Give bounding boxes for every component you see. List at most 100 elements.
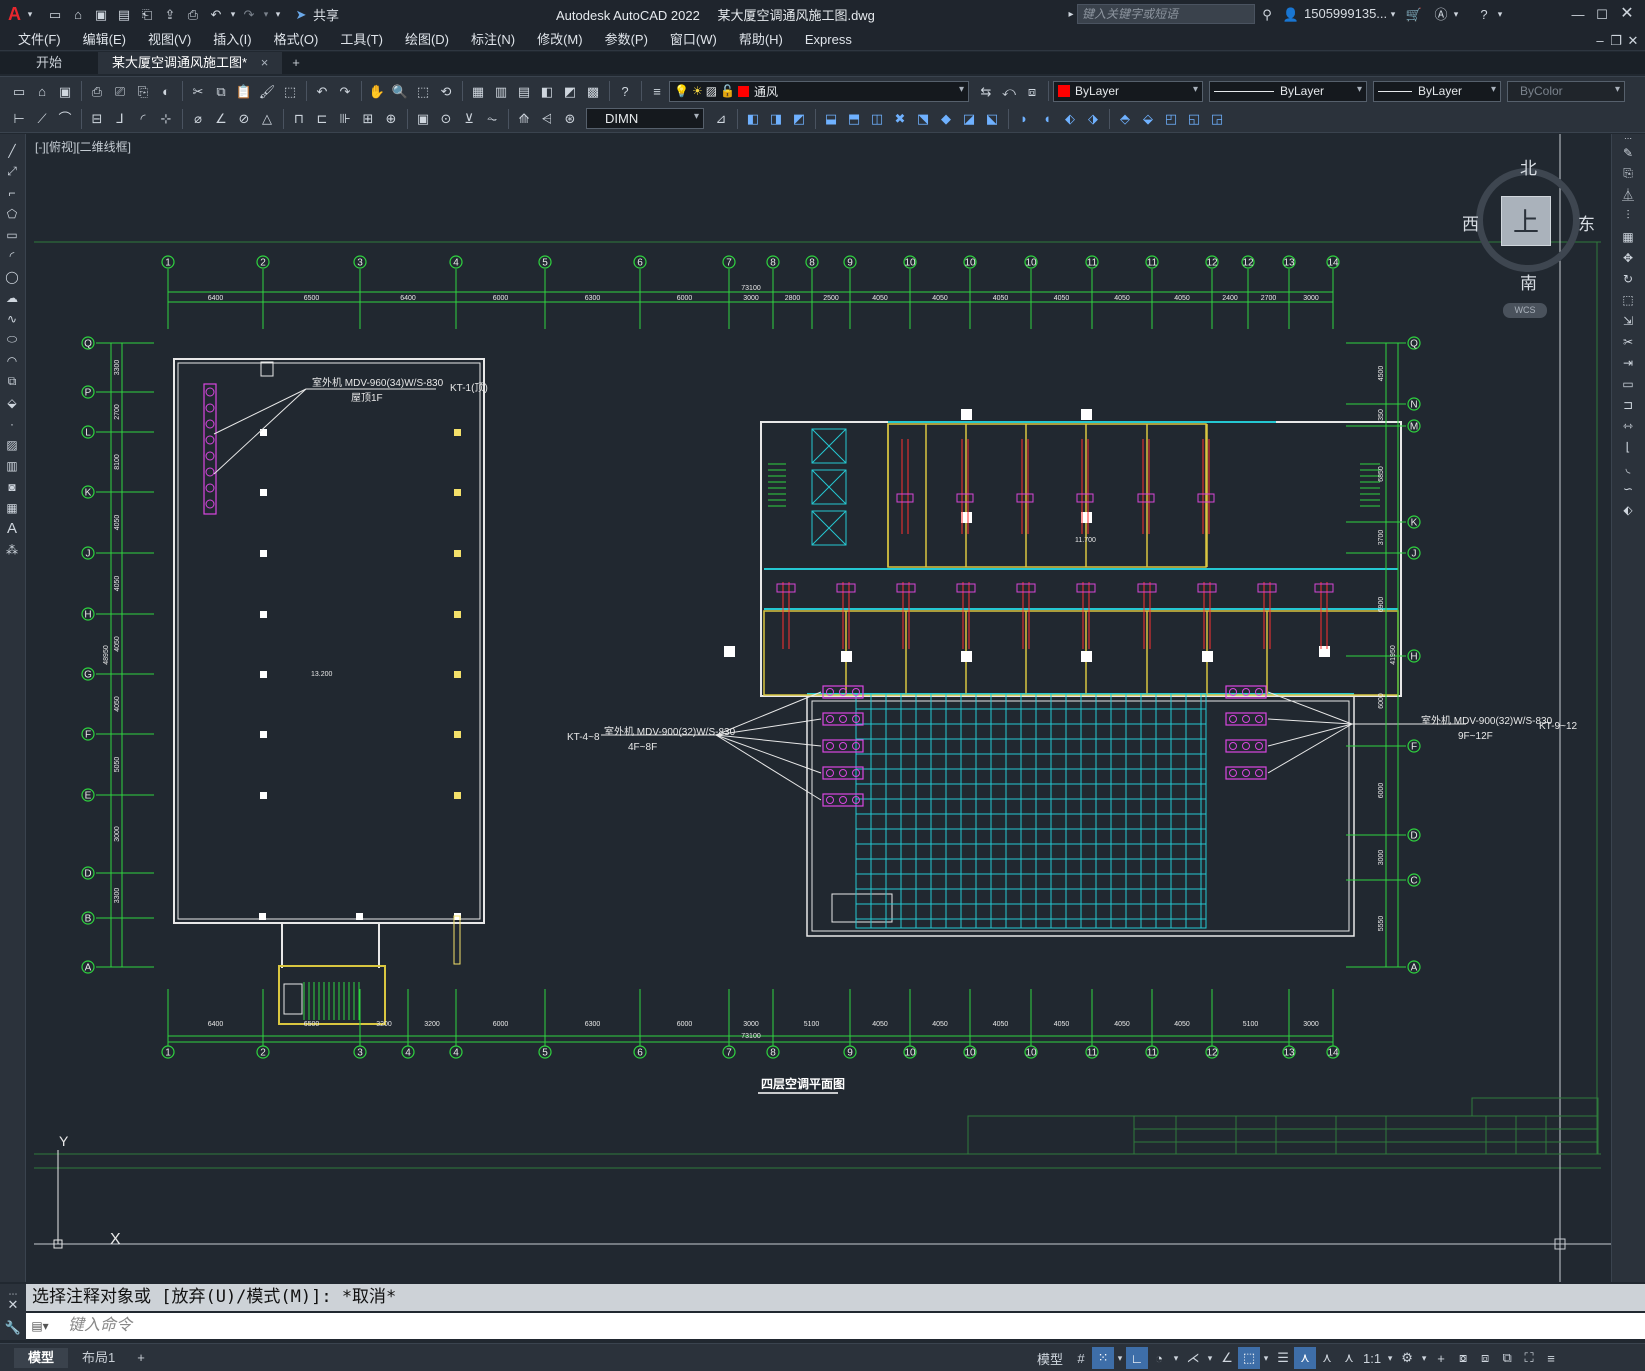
rotate-icon[interactable]: ↻ bbox=[1616, 268, 1640, 289]
workspace-dropdown-icon[interactable]: ▾ bbox=[1418, 1347, 1430, 1369]
dimstyle-dropdown[interactable]: DIMN ▾ bbox=[586, 108, 704, 129]
share-button[interactable]: 共享 bbox=[313, 5, 339, 24]
menu-parametric[interactable]: 参数(P) bbox=[594, 29, 659, 51]
plot-icon[interactable]: ⎙ bbox=[86, 80, 108, 102]
menu-draw[interactable]: 绘图(D) bbox=[394, 29, 460, 51]
osnap-icon[interactable]: ⬚ bbox=[1238, 1347, 1261, 1369]
rotate-icon[interactable]: ◪ bbox=[958, 108, 980, 130]
trim-icon[interactable]: ✂ bbox=[1616, 331, 1640, 352]
viewcube-face-top[interactable]: 上 bbox=[1501, 196, 1551, 246]
explode-icon[interactable]: ⬖ bbox=[1616, 499, 1640, 520]
lineweight-dropdown[interactable]: ByLayer ▾ bbox=[1373, 80, 1501, 102]
offset-icon[interactable]: ⫶ bbox=[1616, 205, 1640, 226]
recent-commands-icon[interactable]: ▤▾ bbox=[30, 1316, 50, 1336]
layer-dropdown[interactable]: 💡 ☀ ▨ 🔓 通风 ▾ bbox=[669, 80, 969, 102]
layer-properties-icon[interactable]: ≡ bbox=[646, 80, 668, 102]
grip-handle[interactable]: ⋯ bbox=[1616, 134, 1640, 143]
spline-icon[interactable]: ∿ bbox=[0, 308, 24, 329]
array-icon[interactable]: ⬔ bbox=[912, 108, 934, 130]
snap-dropdown-icon[interactable]: ▾ bbox=[1114, 1347, 1126, 1369]
stretch-icon[interactable]: ⇲ bbox=[1616, 310, 1640, 331]
menu-edit[interactable]: 编辑(E) bbox=[72, 29, 137, 51]
customization-menu-icon[interactable]: ≡ bbox=[1540, 1347, 1562, 1369]
explode-icon[interactable]: ◱ bbox=[1183, 108, 1205, 130]
dim-diameter-icon[interactable]: ⌀ bbox=[187, 108, 209, 130]
clean-screen-icon[interactable]: ⧉ bbox=[1496, 1347, 1518, 1369]
scale-icon[interactable]: ⬚ bbox=[1616, 289, 1640, 310]
gradient-icon[interactable]: ▥ bbox=[0, 455, 24, 476]
line-icon[interactable]: ╱ bbox=[0, 140, 24, 161]
menu-tools[interactable]: 工具(T) bbox=[329, 29, 394, 51]
polar-dropdown-icon[interactable]: ▾ bbox=[1170, 1347, 1182, 1369]
ellipse-icon[interactable]: ⬭ bbox=[0, 329, 24, 350]
extend-icon[interactable]: ⬖ bbox=[1059, 108, 1081, 130]
move-icon[interactable]: ✥ bbox=[1616, 247, 1640, 268]
new-icon[interactable]: ▭ bbox=[44, 4, 66, 26]
undo-icon[interactable]: ↶ bbox=[311, 80, 333, 102]
workspace-gear-icon[interactable]: ⚙ bbox=[1396, 1347, 1418, 1369]
app-dropdown-icon[interactable]: ▾ bbox=[1451, 4, 1461, 24]
help-icon[interactable]: ? bbox=[1474, 4, 1494, 24]
zoom-window-icon[interactable]: ⬚ bbox=[412, 80, 434, 102]
make-current-icon[interactable]: ⇆ bbox=[975, 80, 997, 102]
snap-icon[interactable]: ⁙ bbox=[1092, 1347, 1115, 1369]
user-dropdown-icon[interactable]: ▾ bbox=[1388, 4, 1398, 24]
3dprint-icon[interactable]: ◐ bbox=[155, 80, 177, 102]
doc-close-icon[interactable]: ✕ bbox=[1623, 30, 1643, 50]
menu-file[interactable]: 文件(F) bbox=[7, 29, 72, 51]
qnew-icon[interactable]: ▭ bbox=[8, 80, 30, 102]
move-icon[interactable]: ◆ bbox=[935, 108, 957, 130]
hatch-icon[interactable]: ▨ bbox=[0, 434, 24, 455]
autodesk-app-icon[interactable]: Ⓐ bbox=[1431, 4, 1451, 24]
menu-format[interactable]: 格式(O) bbox=[263, 29, 330, 51]
dim-break-icon[interactable]: ⊪ bbox=[334, 108, 356, 130]
annotation-visibility-icon[interactable]: ⋏ bbox=[1294, 1347, 1317, 1369]
dim-radius-icon[interactable]: ◜ bbox=[132, 108, 154, 130]
join-icon[interactable]: ⬘ bbox=[1114, 108, 1136, 130]
insert-block-icon[interactable]: ◧ bbox=[742, 108, 764, 130]
make-block-icon[interactable]: ⬙ bbox=[0, 392, 24, 413]
scale-icon[interactable]: ⬕ bbox=[981, 108, 1003, 130]
dim-ordinate-icon[interactable]: ⅃ bbox=[109, 108, 131, 130]
compass-west[interactable]: 西 bbox=[1462, 210, 1479, 235]
model-space-button[interactable]: 模型 bbox=[1034, 1347, 1066, 1369]
command-input[interactable]: 键入命令 bbox=[26, 1313, 1645, 1339]
linetype-dropdown[interactable]: ByLayer ▾ bbox=[1209, 80, 1367, 102]
compass-south[interactable]: 南 bbox=[1520, 269, 1537, 294]
plot-icon[interactable]: ⎙ bbox=[182, 4, 204, 26]
arc-icon[interactable]: ◜ bbox=[0, 245, 24, 266]
redo-icon[interactable]: ↷ bbox=[334, 80, 356, 102]
copy-icon[interactable]: ⎘ bbox=[1616, 163, 1640, 184]
dim-continue-icon[interactable]: ⊓ bbox=[288, 108, 310, 130]
open-from-web-icon[interactable]: ⎗ bbox=[136, 4, 158, 26]
open-icon[interactable]: ⌂ bbox=[31, 80, 53, 102]
app-menu-arrow-icon[interactable]: ▾ bbox=[24, 5, 36, 25]
calculator-icon[interactable]: ▩ bbox=[582, 80, 604, 102]
otrack-icon[interactable]: ∠ bbox=[1216, 1347, 1238, 1369]
make-block-icon[interactable]: ◨ bbox=[765, 108, 787, 130]
chamfer-icon[interactable]: ⌊ bbox=[1616, 436, 1640, 457]
mtext-icon[interactable]: A bbox=[0, 518, 24, 539]
dim-aligned-icon[interactable]: ⟋ bbox=[31, 108, 53, 130]
osnap-dropdown-icon[interactable]: ▾ bbox=[1260, 1347, 1272, 1369]
dim-linear2-icon[interactable]: ⊟ bbox=[86, 108, 108, 130]
menu-view[interactable]: 视图(V) bbox=[137, 29, 202, 51]
break-at-point-icon[interactable]: ▭ bbox=[1616, 373, 1640, 394]
table-icon[interactable]: ▦ bbox=[0, 497, 24, 518]
region-icon[interactable]: ◙ bbox=[0, 476, 24, 497]
add-selected-icon[interactable]: ⁂ bbox=[0, 539, 24, 560]
circle-icon[interactable]: ◯ bbox=[0, 266, 24, 287]
open-icon[interactable]: ⌂ bbox=[67, 4, 89, 26]
undo-dropdown-icon[interactable]: ▾ bbox=[228, 5, 238, 25]
trim-icon[interactable]: ◖ bbox=[1036, 108, 1058, 130]
zoom-previous-icon[interactable]: ⟲ bbox=[435, 80, 457, 102]
dim-arc-icon[interactable]: ⌒ bbox=[54, 108, 76, 130]
center-mark-icon[interactable]: ⊕ bbox=[380, 108, 402, 130]
pan-icon[interactable]: ✋ bbox=[366, 80, 388, 102]
tab-start[interactable]: 开始 bbox=[22, 52, 98, 74]
copy-icon[interactable]: ⧉ bbox=[210, 80, 232, 102]
paste-icon[interactable]: 📋 bbox=[233, 80, 255, 102]
break-icon[interactable]: ⊐ bbox=[1616, 394, 1640, 415]
tolerance-icon[interactable]: ⊞ bbox=[357, 108, 379, 130]
help-dropdown-icon[interactable]: ▾ bbox=[1495, 4, 1505, 24]
